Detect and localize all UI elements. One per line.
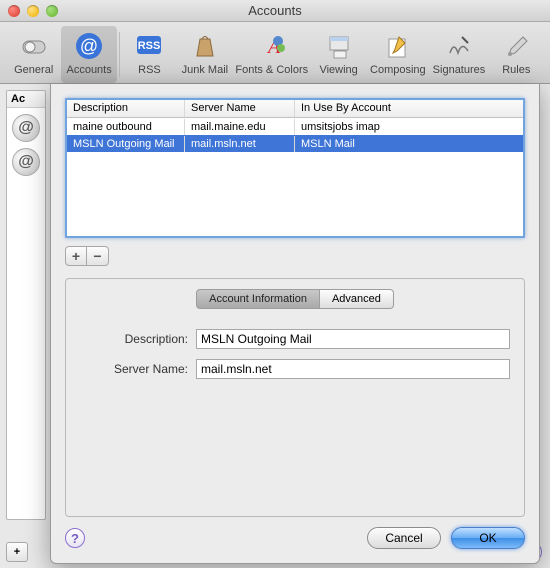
ok-button[interactable]: OK bbox=[451, 527, 525, 549]
toolbar-rules[interactable]: Rules bbox=[489, 26, 544, 83]
cell-server-name: mail.maine.edu bbox=[185, 119, 295, 135]
window-title: Accounts bbox=[0, 3, 550, 18]
toolbar-rss[interactable]: RSS RSS bbox=[122, 26, 177, 83]
form-row-server-name: Server Name: bbox=[80, 359, 510, 379]
toolbar-viewing[interactable]: Viewing bbox=[311, 26, 366, 83]
server-list-table[interactable]: Description Server Name In Use By Accoun… bbox=[65, 98, 525, 238]
add-remove-control: + − bbox=[65, 246, 525, 266]
detail-tabs: Account Information Advanced bbox=[80, 289, 510, 309]
rules-icon bbox=[500, 30, 532, 62]
svg-text:RSS: RSS bbox=[138, 40, 161, 52]
at-sign-icon: @ bbox=[12, 148, 40, 176]
toolbar-label: Composing bbox=[370, 64, 426, 76]
at-sign-icon: @ bbox=[12, 114, 40, 142]
rss-icon: RSS bbox=[133, 30, 165, 62]
toolbar-label: General bbox=[14, 64, 53, 76]
cell-description: MSLN Outgoing Mail bbox=[67, 136, 185, 152]
pencil-paper-icon bbox=[382, 30, 414, 62]
preferences-toolbar: General @ Accounts RSS RSS Junk Mail A F… bbox=[0, 22, 550, 84]
viewing-icon bbox=[323, 30, 355, 62]
toolbar-label: RSS bbox=[138, 64, 161, 76]
toolbar-signatures[interactable]: Signatures bbox=[429, 26, 488, 83]
cell-description: maine outbound bbox=[67, 119, 185, 135]
switch-icon bbox=[18, 30, 50, 62]
table-row[interactable]: maine outbound mail.maine.edu umsitsjobs… bbox=[67, 118, 523, 135]
toolbar-accounts[interactable]: @ Accounts bbox=[61, 26, 116, 83]
signature-icon bbox=[443, 30, 475, 62]
junk-bag-icon bbox=[189, 30, 221, 62]
toolbar-general[interactable]: General bbox=[6, 26, 61, 83]
background-add-button[interactable]: + bbox=[6, 542, 28, 562]
cancel-button[interactable]: Cancel bbox=[367, 527, 441, 549]
description-input[interactable] bbox=[196, 329, 510, 349]
cell-in-use: MSLN Mail bbox=[295, 136, 523, 152]
tab-account-information[interactable]: Account Information bbox=[196, 289, 320, 309]
column-header-server-name[interactable]: Server Name bbox=[185, 100, 295, 117]
titlebar: Accounts bbox=[0, 0, 550, 22]
toolbar-separator bbox=[119, 32, 120, 77]
toolbar-label: Fonts & Colors bbox=[235, 64, 308, 76]
add-server-button[interactable]: + bbox=[65, 246, 87, 266]
remove-server-button[interactable]: − bbox=[87, 246, 109, 266]
accounts-sidebar-background: Ac @ @ bbox=[6, 90, 46, 520]
form-row-description: Description: bbox=[80, 329, 510, 349]
toolbar-junk-mail[interactable]: Junk Mail bbox=[177, 26, 232, 83]
column-header-in-use[interactable]: In Use By Account bbox=[295, 100, 523, 117]
window-body: Ac @ @ + ? Description Server Name In Us… bbox=[0, 84, 550, 568]
description-label: Description: bbox=[80, 332, 188, 346]
column-header-description[interactable]: Description bbox=[67, 100, 185, 117]
table-row[interactable]: MSLN Outgoing Mail mail.msln.net MSLN Ma… bbox=[67, 135, 523, 152]
cell-in-use: umsitsjobs imap bbox=[295, 119, 523, 135]
toolbar-label: Junk Mail bbox=[182, 64, 228, 76]
toolbar-label: Rules bbox=[502, 64, 530, 76]
server-detail-panel: Account Information Advanced Description… bbox=[65, 278, 525, 517]
toolbar-fonts-colors[interactable]: A Fonts & Colors bbox=[233, 26, 311, 83]
help-button[interactable]: ? bbox=[65, 528, 85, 548]
server-name-input[interactable] bbox=[196, 359, 510, 379]
tab-advanced[interactable]: Advanced bbox=[320, 289, 394, 309]
at-sign-icon: @ bbox=[73, 30, 105, 62]
server-name-label: Server Name: bbox=[80, 362, 188, 376]
smtp-server-sheet: Description Server Name In Use By Accoun… bbox=[50, 84, 540, 564]
table-header-row: Description Server Name In Use By Accoun… bbox=[67, 100, 523, 118]
toolbar-composing[interactable]: Composing bbox=[366, 26, 429, 83]
sheet-footer: ? Cancel OK bbox=[65, 527, 525, 549]
toolbar-label: Signatures bbox=[433, 64, 486, 76]
cell-server-name: mail.msln.net bbox=[185, 136, 295, 152]
toolbar-label: Viewing bbox=[319, 64, 357, 76]
fonts-colors-icon: A bbox=[256, 30, 288, 62]
toolbar-label: Accounts bbox=[66, 64, 111, 76]
svg-text:@: @ bbox=[80, 36, 98, 56]
sidebar-header-truncated: Ac bbox=[7, 91, 45, 108]
